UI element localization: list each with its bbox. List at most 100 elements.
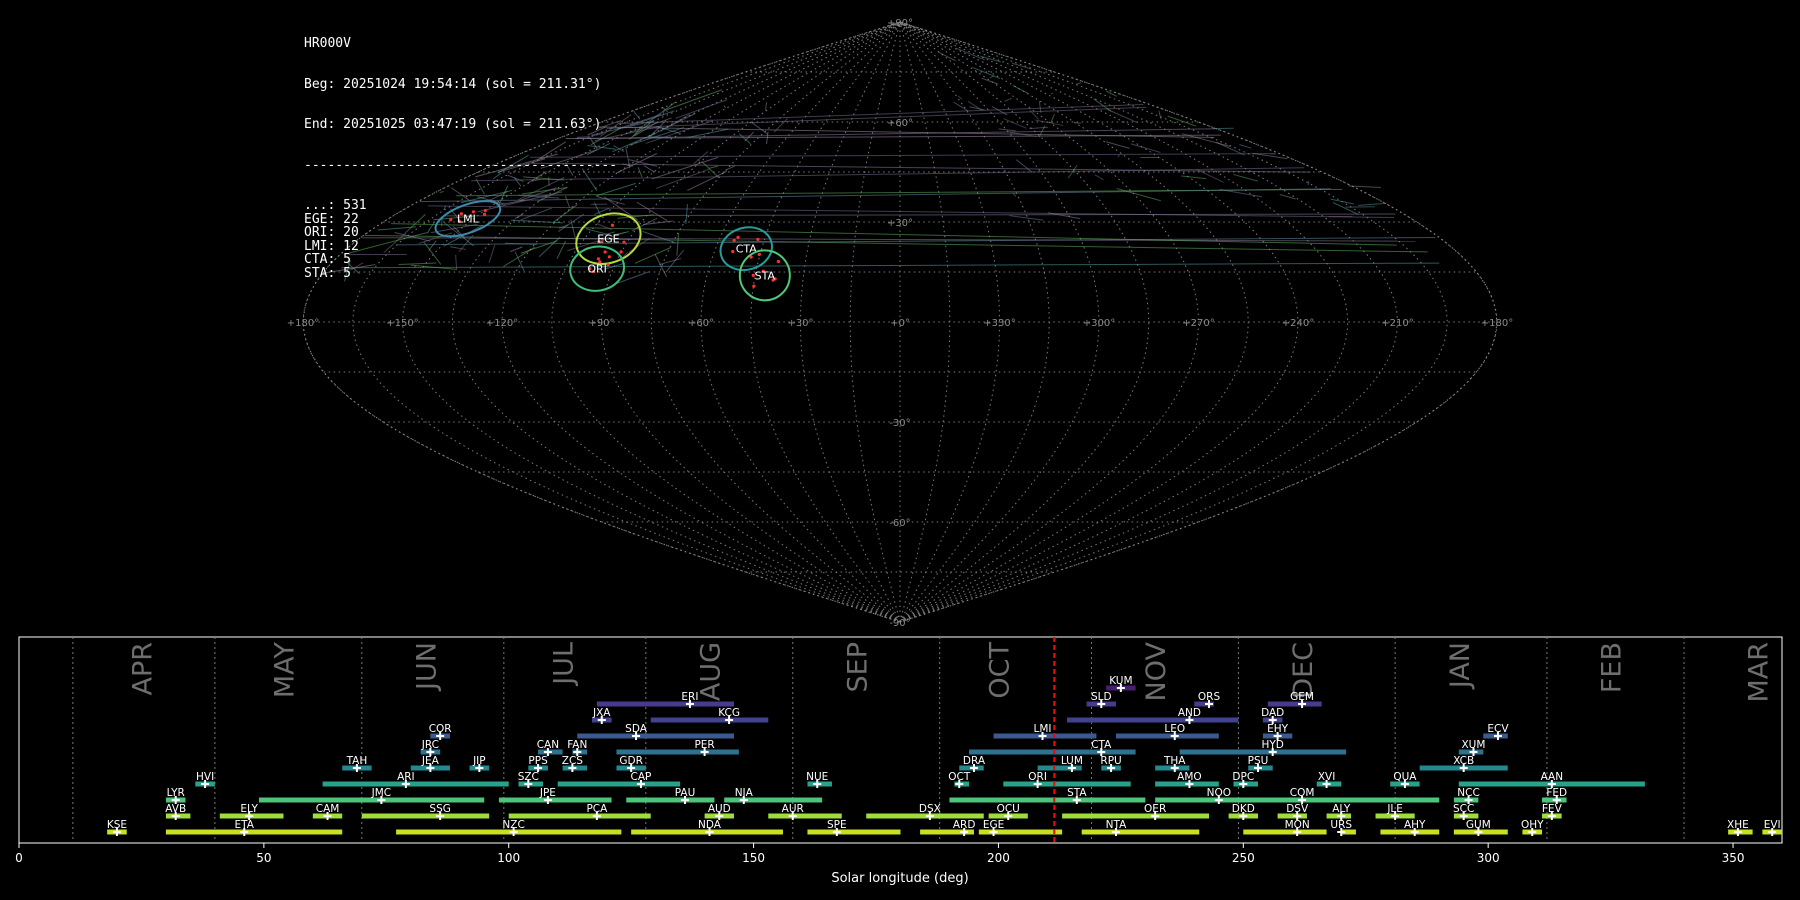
meteor-trail <box>764 102 768 111</box>
month-label-may: MAY <box>269 642 300 699</box>
x-tick-label: 350 <box>1722 851 1745 865</box>
meteor-trail <box>1117 154 1121 158</box>
x-axis-label: Solar longitude (deg) <box>831 871 968 886</box>
latitude-label: -30° <box>889 418 910 429</box>
shower-label-dsx: DSX <box>919 803 941 815</box>
shower-bar-eri <box>596 701 734 707</box>
month-label-apr: APR <box>127 642 158 696</box>
shower-label-dra: DRA <box>963 755 986 767</box>
shower-label-amo: AMO <box>1177 771 1202 783</box>
meteor-trail <box>1094 174 1104 181</box>
shower-label-nia: NIA <box>735 787 754 799</box>
meteor-trail <box>953 101 969 112</box>
meteor-trail <box>1181 175 1207 180</box>
meteor-trail <box>701 161 720 178</box>
shower-count-ege: EGE: 22 <box>304 211 359 227</box>
radiant-point <box>622 240 626 244</box>
shower-label-aly: ALY <box>1332 803 1351 815</box>
shower-label-evi: EVI <box>1764 819 1781 831</box>
shower-label-ecv: ECV <box>1487 723 1509 735</box>
shower-bar-and <box>1067 717 1239 723</box>
meteor-trail <box>1167 115 1197 127</box>
month-label-sep: SEP <box>842 642 873 692</box>
shower-label-ard: ARD <box>953 819 976 831</box>
shower-count-sporadic: ...: 531 <box>304 198 367 213</box>
meteor-trail <box>708 165 719 169</box>
meteor-trail <box>529 153 1276 158</box>
shower-bar-spe <box>807 829 901 835</box>
meteor-trail <box>1004 97 1012 102</box>
shower-label-can: CAN <box>537 739 559 751</box>
meteor-trail <box>693 151 709 165</box>
x-tick-label: 50 <box>256 851 271 865</box>
meteor-trail <box>1011 62 1032 70</box>
begin-time: Beg: 20251024 19:54:14 (sol = 211.31°) <box>304 76 602 92</box>
month-dividers <box>72 637 1685 843</box>
shower-label-xhe: XHE <box>1727 819 1749 831</box>
shower-label-dsv: DSV <box>1286 803 1309 815</box>
shower-label-ege: EGE <box>983 819 1004 831</box>
shower-label-leo: LEO <box>1164 723 1185 735</box>
shower-label-gdr: GDR <box>619 755 643 767</box>
shower-label-per: PER <box>694 739 714 751</box>
x-tick-label: 0 <box>15 851 23 865</box>
meteor-trail <box>606 106 1147 129</box>
shower-label-ors: ORS <box>1198 691 1221 703</box>
shower-label-ahy: AHY <box>1404 819 1426 831</box>
longitude-label: +0° <box>890 318 910 329</box>
radiant-point <box>732 238 736 242</box>
station-code: HR000V <box>304 36 351 51</box>
longitude-label: +240° <box>1282 318 1314 329</box>
meteor-trail <box>642 230 677 244</box>
meteor-trail <box>1158 110 1162 119</box>
shower-label-ori: ORI <box>1028 771 1047 783</box>
shower-label-xcb: XCB <box>1453 755 1474 767</box>
meteor-trail <box>725 165 736 171</box>
shower-label-dpc: DPC <box>1232 771 1254 783</box>
longitude-label: +210° <box>1381 318 1413 329</box>
shower-label-jpe: JPE <box>539 787 556 799</box>
x-axis: 0 50 100 150 200 250 300 350 <box>15 843 1744 865</box>
meteor-trail <box>654 253 668 278</box>
shower-label-aan: AAN <box>1541 771 1564 783</box>
meteor-trail <box>738 133 751 145</box>
shower-label-hvi: HVI <box>196 771 214 783</box>
latitude-label: -90° <box>889 618 910 629</box>
shower-bar-ari <box>322 781 509 787</box>
shower-label-jmc: JMC <box>371 787 392 799</box>
radiant-point <box>756 237 760 242</box>
longitude-label: +60° <box>688 318 714 329</box>
shower-label-ocu: OCU <box>997 803 1020 815</box>
shower-label-ssg: SSG <box>429 803 450 815</box>
meteor-trail <box>723 105 726 109</box>
shower-bar-eta <box>165 829 343 835</box>
meteor-trail <box>981 77 999 85</box>
x-tick-label: 300 <box>1477 851 1500 865</box>
shower-label-spe: SPE <box>827 819 847 831</box>
shower-label-nue: NUE <box>806 771 828 783</box>
meteor-trail <box>955 47 985 61</box>
shower-label-mon: MON <box>1285 819 1310 831</box>
meteor-trail <box>1233 173 1258 182</box>
shower-label-szc: SZC <box>518 771 539 783</box>
shower-label-ohy: OHY <box>1521 819 1544 831</box>
shower-label-jxa: JXA <box>592 707 611 719</box>
shower-timeline-chart: APR MAY JUN JUL AUG SEP OCT NOV DEC JAN FEB MAR KSE… <box>15 636 1783 886</box>
meteor-trail <box>636 201 668 222</box>
meteor-trail <box>634 247 671 264</box>
shower-label-ehy: EHY <box>1267 723 1289 735</box>
shower-label-nta: NTA <box>1106 819 1127 831</box>
meteor-trail <box>676 233 680 256</box>
latitude-label: +30° <box>887 218 913 229</box>
radiant-point <box>776 259 780 264</box>
shower-label-dad: DAD <box>1261 707 1284 719</box>
meteor-trail <box>685 204 688 224</box>
meteor-trail <box>972 66 1001 80</box>
x-tick-label: 150 <box>742 851 765 865</box>
shower-label-com: COM <box>1290 787 1315 799</box>
shower-label-fan: FAN <box>567 739 587 751</box>
radiant-point <box>619 250 623 254</box>
shower-bar-per <box>616 749 739 755</box>
shower-label-qua: QUA <box>1393 771 1417 783</box>
shower-label-xvi: XVI <box>1318 771 1335 783</box>
